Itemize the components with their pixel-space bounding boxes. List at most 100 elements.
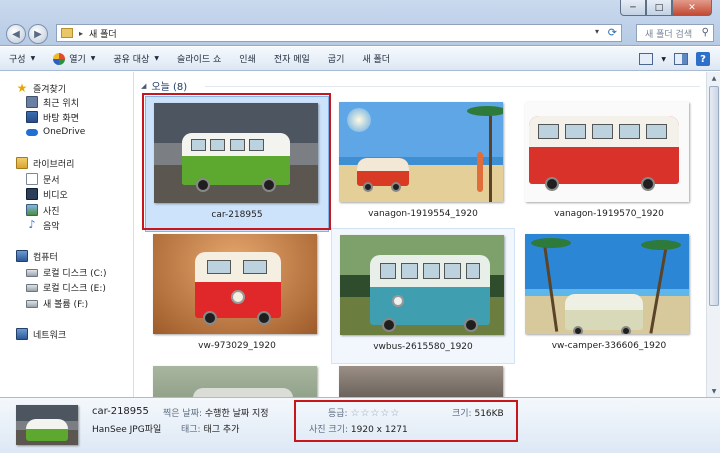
details-file-type: HanSee JPG파일 <box>92 425 162 435</box>
search-input[interactable]: 새 폴더 검색 ⚲ <box>636 24 714 42</box>
sidebar-item-pictures[interactable]: 사진 <box>26 202 60 218</box>
share-button[interactable]: 공유 대상 ▼ <box>104 47 168 71</box>
sidebar-item-label: 사진 <box>43 206 60 217</box>
file-tile[interactable]: vw-camper-336606_1920 <box>517 228 701 364</box>
tags-label: 태그: <box>181 425 201 435</box>
address-bar[interactable]: ▸ 새 폴더 ▾ ⟳ <box>56 24 622 42</box>
sidebar-item-desktop[interactable]: 바탕 화면 <box>26 109 79 125</box>
group-header-label: 오늘 (8) <box>151 82 188 93</box>
organize-label: 구성 <box>9 55 26 65</box>
chevron-down-icon[interactable]: ▾ <box>595 27 599 36</box>
star-icon[interactable]: ☆ <box>360 408 370 419</box>
file-name: vanagon-1919570_1920 <box>554 209 664 219</box>
group-divider <box>205 86 700 87</box>
folder-icon <box>61 28 73 38</box>
file-name: car-218955 <box>211 210 263 220</box>
details-thumbnail <box>16 405 78 445</box>
vertical-scrollbar[interactable]: ▲ ▼ <box>706 72 720 397</box>
sidebar-item-libraries[interactable]: 라이브러리 <box>16 155 74 171</box>
command-bar: 구성 ▼ 열기 ▼ 공유 대상 ▼ 슬라이드 쇼 인쇄 전자 메일 굽기 새 폴더 ▼… <box>0 47 720 71</box>
sidebar-item-label: 음악 <box>43 221 60 232</box>
star-icon[interactable]: ☆ <box>390 408 400 419</box>
sidebar-item-label: 즐겨찾기 <box>33 84 67 95</box>
title-bar: ─ □ ✕ ◀ ▶ ▸ 새 폴더 ▾ ⟳ 새 폴더 검색 ⚲ <box>0 0 720 46</box>
sidebar-item-documents[interactable]: 문서 <box>26 171 60 187</box>
chevron-down-icon[interactable]: ▼ <box>661 56 666 63</box>
print-button[interactable]: 인쇄 <box>230 47 265 71</box>
address-path[interactable]: 새 폴더 <box>89 27 117 40</box>
close-button[interactable]: ✕ <box>672 0 712 16</box>
star-icon[interactable]: ☆ <box>350 408 360 419</box>
date-taken-value[interactable]: 수행한 날짜 지정 <box>205 409 269 419</box>
navigation-buttons: ◀ ▶ <box>6 24 48 44</box>
back-button[interactable]: ◀ <box>6 24 26 44</box>
sidebar-item-recent-places[interactable]: 최근 위치 <box>26 94 79 110</box>
scroll-down-icon[interactable]: ▼ <box>707 385 720 397</box>
tags-value[interactable]: 태그 추가 <box>203 425 239 435</box>
sidebar-item-onedrive[interactable]: OneDrive <box>26 124 85 140</box>
sidebar-item-disk-c[interactable]: 로컬 디스크 (C:) <box>26 264 106 280</box>
thumbnail-image <box>339 102 503 202</box>
sidebar-item-label: 로컬 디스크 (E:) <box>43 283 106 294</box>
burn-button[interactable]: 굽기 <box>319 47 354 71</box>
sidebar-item-computer[interactable]: 컴퓨터 <box>16 248 58 264</box>
email-button[interactable]: 전자 메일 <box>265 47 319 71</box>
collapse-caret-icon[interactable]: ◢ <box>141 82 146 90</box>
van-shape <box>565 294 643 334</box>
scroll-up-icon[interactable]: ▲ <box>707 72 720 84</box>
maximize-button[interactable]: □ <box>646 0 672 16</box>
organize-button[interactable]: 구성 ▼ <box>0 47 44 71</box>
sidebar-item-volume-f[interactable]: 새 볼륨 (F:) <box>26 295 88 311</box>
file-tile[interactable] <box>145 360 329 397</box>
sidebar-item-network[interactable]: 네트워크 <box>16 326 66 342</box>
change-view-icon[interactable] <box>639 53 654 65</box>
search-placeholder: 새 폴더 검색 <box>645 29 693 40</box>
rating-stars[interactable]: ☆☆☆☆☆ <box>350 408 400 419</box>
sidebar-item-music[interactable]: ♪ 음악 <box>26 217 60 233</box>
file-name: vwbus-2615580_1920 <box>373 342 473 352</box>
file-tile[interactable]: vanagon-1919570_1920 <box>517 96 701 232</box>
sidebar-item-label: 로컬 디스크 (C:) <box>43 268 107 279</box>
scroll-thumb[interactable] <box>709 86 719 306</box>
open-label: 열기 <box>69 55 86 65</box>
desktop-icon <box>26 111 38 123</box>
thumbnail-image <box>340 235 504 335</box>
forward-button[interactable]: ▶ <box>28 24 48 44</box>
sidebar-item-label: 비디오 <box>43 190 68 201</box>
van-shape <box>370 255 490 332</box>
new-folder-button[interactable]: 새 폴더 <box>353 47 399 71</box>
search-icon[interactable]: ⚲ <box>702 27 709 38</box>
view-controls: ▼ ? <box>639 47 710 71</box>
preview-pane-icon[interactable] <box>674 53 688 65</box>
sidebar-item-label: 바탕 화면 <box>43 113 79 124</box>
thumbnail-image <box>339 366 503 397</box>
date-taken-field: 찍은 날짜: 수행한 날짜 지정 <box>163 406 269 419</box>
rating-label: 등급: <box>328 409 348 419</box>
details-file-name: car-218955 <box>92 406 149 417</box>
star-icon[interactable]: ☆ <box>380 408 390 419</box>
group-header[interactable]: ◢ 오늘 (8) <box>141 78 188 94</box>
thumbnail-image <box>525 102 689 202</box>
sidebar-item-label: 라이브러리 <box>33 159 75 170</box>
music-icon: ♪ <box>28 218 36 231</box>
help-icon[interactable]: ? <box>696 52 710 66</box>
sidebar-item-disk-e[interactable]: 로컬 디스크 (E:) <box>26 279 106 295</box>
file-tile[interactable]: vw-973029_1920 <box>145 228 329 364</box>
file-tile[interactable]: car-218955 <box>145 96 329 232</box>
sidebar-item-videos[interactable]: 비디오 <box>26 186 68 202</box>
chevron-down-icon: ▼ <box>90 55 96 62</box>
slideshow-button[interactable]: 슬라이드 쇼 <box>168 47 230 71</box>
van-shape <box>357 158 409 192</box>
star-icon[interactable]: ☆ <box>370 408 380 419</box>
network-icon <box>16 328 28 340</box>
thumbnail-image <box>525 234 689 334</box>
thumbnail-image <box>154 103 318 203</box>
open-button[interactable]: 열기 ▼ <box>44 47 104 71</box>
minimize-button[interactable]: ─ <box>620 0 646 16</box>
sidebar-item-label: OneDrive <box>43 127 86 137</box>
file-tile[interactable] <box>331 360 515 397</box>
onedrive-icon <box>26 126 38 138</box>
refresh-icon[interactable]: ⟳ <box>608 26 617 39</box>
file-tile[interactable]: vanagon-1919554_1920 <box>331 96 515 232</box>
file-tile[interactable]: vwbus-2615580_1920 <box>331 228 515 364</box>
